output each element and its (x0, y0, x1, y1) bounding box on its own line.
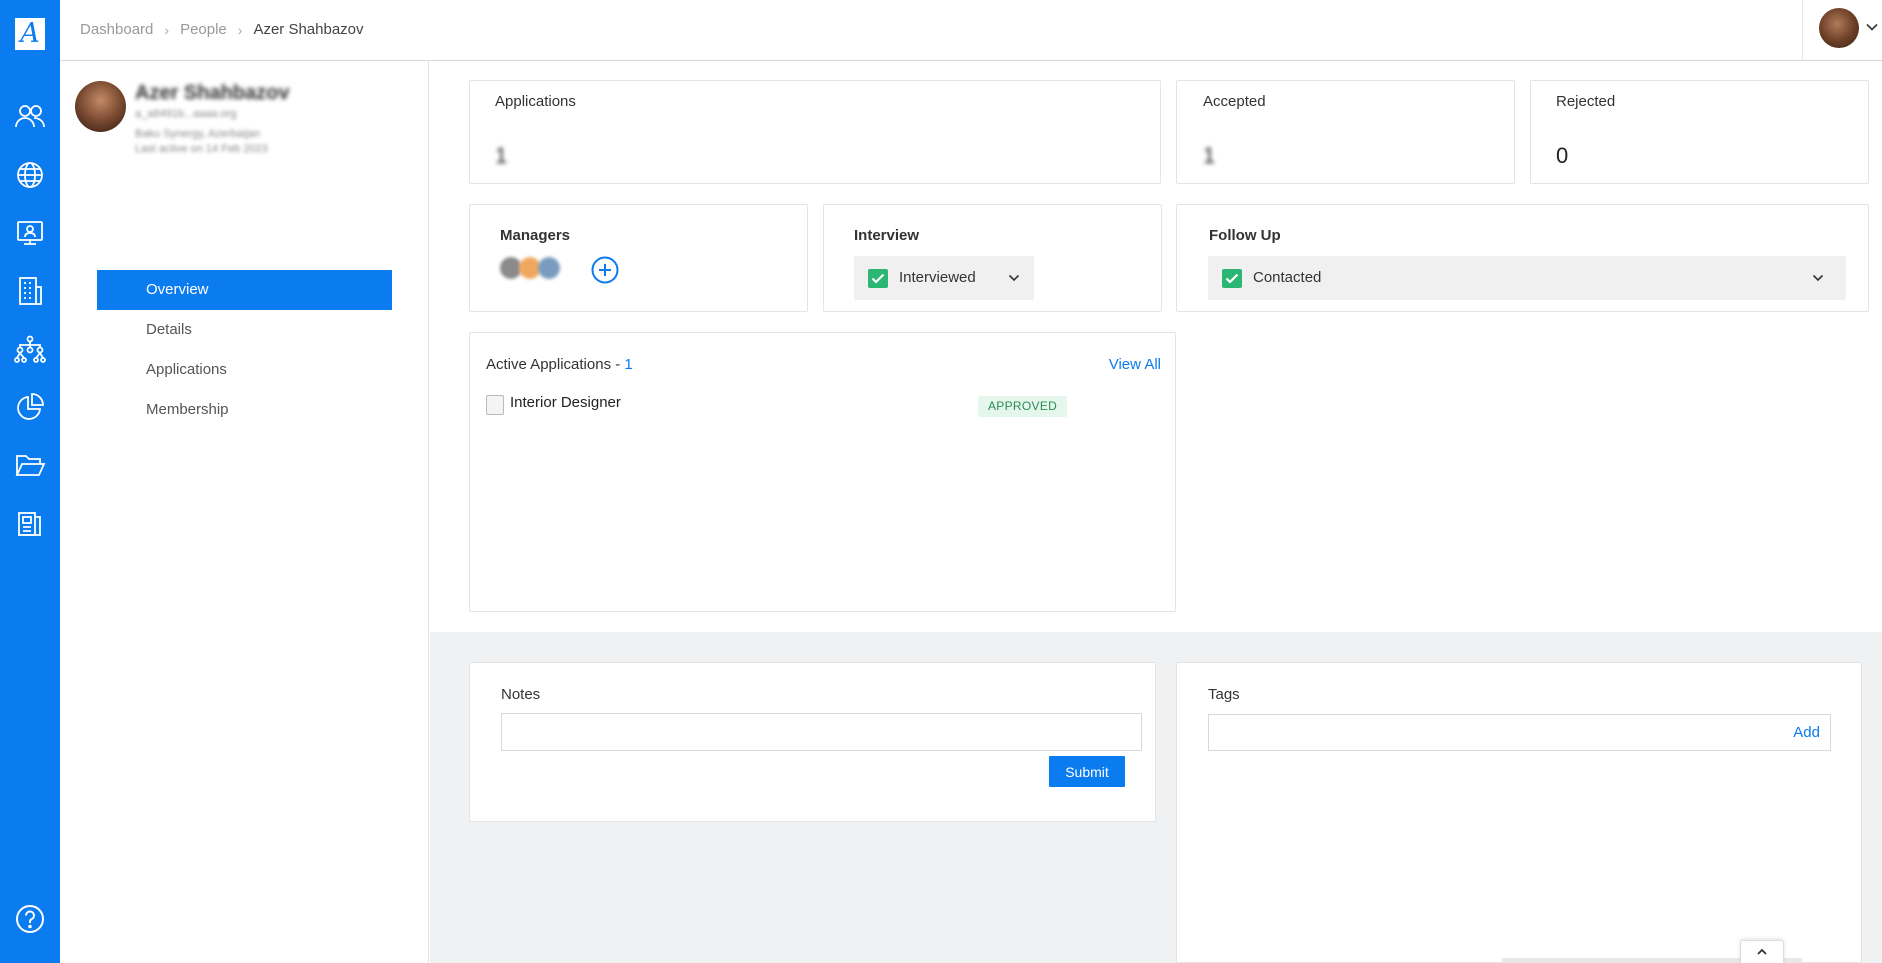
managers-label: Managers (500, 227, 571, 244)
avatar[interactable] (538, 257, 560, 279)
chevron-right-icon: › (164, 21, 170, 38)
rejected-value: 0 (1556, 143, 1569, 168)
chevron-down-icon (1008, 274, 1020, 282)
menu-item-details[interactable]: Details (97, 310, 392, 350)
profile-menu: Overview Details Applications Membership (97, 270, 392, 430)
menu-item-applications[interactable]: Applications (97, 350, 392, 390)
managers-card: Managers (469, 204, 808, 312)
profile-name: Azer Shahbazov (135, 82, 290, 104)
checkbox-checked-icon (868, 269, 888, 288)
profile-avatar (75, 81, 126, 132)
interview-status-select[interactable]: Interviewed (854, 256, 1034, 300)
active-applications-card: Active Applications - 1 View All Interio… (469, 332, 1176, 612)
scroll-to-top-button[interactable] (1740, 940, 1784, 963)
rejected-label: Rejected (1556, 93, 1616, 110)
status-badge: APPROVED (978, 396, 1068, 417)
active-applications-label: Active Applications - (486, 356, 625, 373)
help-icon[interactable] (13, 902, 47, 936)
pie-chart-icon[interactable] (13, 390, 47, 424)
image-icon (486, 395, 504, 415)
tags-card: Tags Add (1176, 662, 1862, 963)
profile-last-active: Last active on 14 Feb 2023 (135, 143, 268, 155)
submit-button[interactable]: Submit (1049, 756, 1125, 787)
chevron-up-icon (1757, 948, 1767, 955)
building-icon[interactable] (13, 274, 47, 308)
follow-up-card: Follow Up Contacted (1176, 204, 1869, 312)
menu-item-membership[interactable]: Membership (97, 390, 392, 430)
app-logo[interactable]: A (15, 18, 45, 50)
profile-panel: Azer Shahbazov a_a8491b...aaaa.org Baku … (60, 61, 429, 963)
breadcrumb-people[interactable]: People (180, 21, 227, 38)
breadcrumb-current: Azer Shahbazov (253, 21, 364, 38)
monitor-user-icon[interactable] (13, 216, 47, 250)
rejected-card: Rejected 0 (1530, 80, 1869, 184)
applications-value: 1 (495, 143, 508, 168)
profile-email: a_a8491b...aaaa.org (135, 108, 237, 120)
notes-input[interactable] (501, 713, 1142, 751)
people-icon[interactable] (13, 99, 47, 133)
applications-card: Applications 1 (469, 80, 1161, 184)
chevron-down-icon (1812, 274, 1824, 282)
add-tag-link[interactable]: Add (1793, 724, 1820, 741)
accepted-label: Accepted (1203, 93, 1266, 110)
follow-up-status-select[interactable]: Contacted (1208, 256, 1846, 300)
active-applications-count: 1 (624, 356, 633, 373)
breadcrumb: Dashboard › People › Azer Shahbazov (80, 21, 364, 38)
profile-location: Baku Synergy, Azerbaijan (135, 128, 261, 140)
follow-up-status-value: Contacted (1253, 269, 1322, 286)
application-title[interactable]: Interior Designer (510, 394, 621, 411)
follow-up-label: Follow Up (1209, 227, 1281, 244)
tags-label: Tags (1208, 686, 1240, 703)
accepted-card: Accepted 1 (1176, 80, 1515, 184)
interview-status-value: Interviewed (899, 269, 976, 286)
overview-section: Applications 1 Accepted 1 Rejected 0 Man… (430, 61, 1882, 632)
view-all-link[interactable]: View All (1109, 356, 1161, 373)
interview-card: Interview Interviewed (823, 204, 1162, 312)
managers-avatar-list (500, 257, 560, 279)
chevron-right-icon: › (237, 21, 243, 38)
notes-label: Notes (501, 686, 541, 703)
user-menu[interactable] (1802, 0, 1882, 60)
document-icon[interactable] (13, 506, 47, 540)
breadcrumb-dashboard[interactable]: Dashboard (80, 21, 153, 38)
avatar[interactable] (1819, 8, 1859, 48)
notes-card: Notes Submit (469, 662, 1156, 822)
active-applications-heading: Active Applications - 1 (486, 356, 633, 373)
globe-icon[interactable] (13, 158, 47, 192)
menu-item-overview[interactable]: Overview (97, 270, 392, 310)
add-manager-icon[interactable] (591, 256, 619, 284)
folder-open-icon[interactable] (13, 448, 47, 482)
checkbox-checked-icon (1222, 269, 1242, 288)
left-rail: A (0, 0, 60, 963)
applications-label: Applications (495, 93, 576, 110)
top-bar: Dashboard › People › Azer Shahbazov (60, 0, 1882, 61)
tags-input[interactable]: Add (1208, 714, 1831, 751)
chevron-down-icon[interactable] (1865, 20, 1879, 34)
org-chart-icon[interactable] (13, 332, 47, 366)
accepted-value: 1 (1203, 143, 1216, 168)
main-content: Applications 1 Accepted 1 Rejected 0 Man… (430, 61, 1882, 963)
interview-label: Interview (854, 227, 920, 244)
